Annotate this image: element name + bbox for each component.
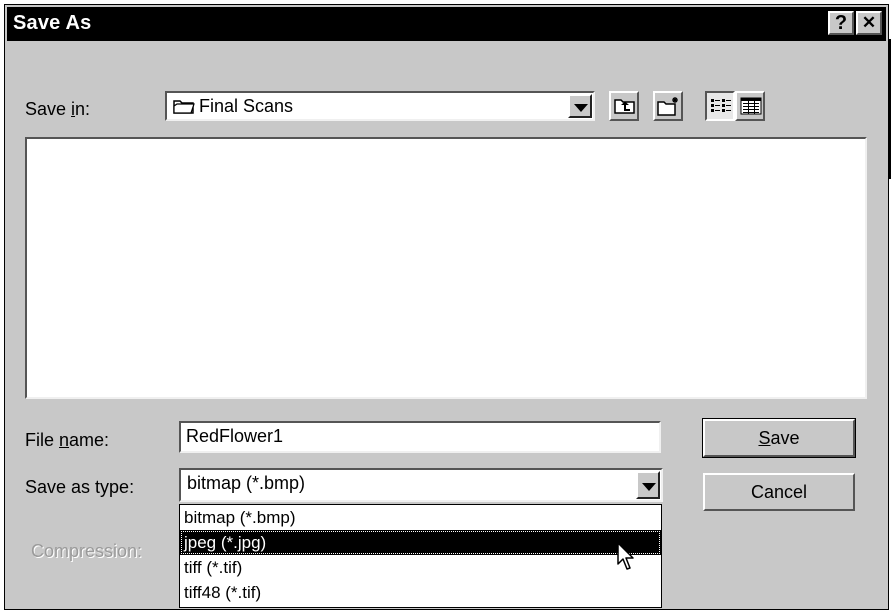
save-in-dropdown-button[interactable] [568, 94, 592, 118]
dropdown-option-jpeg[interactable]: jpeg (*.jpg) [180, 530, 661, 555]
window-edge [889, 39, 891, 179]
compression-label: Compression: [31, 541, 143, 561]
save-in-combo[interactable]: Final Scans [165, 91, 595, 121]
file-list[interactable] [25, 137, 867, 399]
dropdown-option-bitmap[interactable]: bitmap (*.bmp) [180, 505, 661, 530]
save-as-type-value: bitmap (*.bmp) [187, 473, 306, 493]
save-as-type-label: Save as type: [25, 477, 135, 497]
save-as-dialog: Save As ? ✕ Save in: Final Scans File na… [4, 4, 891, 610]
new-folder-button[interactable] [653, 91, 683, 121]
up-one-level-icon [614, 97, 636, 120]
details-view-icon [740, 97, 762, 120]
details-view-button[interactable] [735, 91, 765, 121]
save-as-type-dropdown-list[interactable]: bitmap (*.bmp) jpeg (*.jpg) tiff (*.tif)… [179, 504, 662, 608]
save-as-type-combo[interactable]: bitmap (*.bmp) [179, 468, 663, 502]
close-button[interactable]: ✕ [856, 11, 882, 35]
up-one-level-button[interactable] [609, 91, 639, 121]
list-view-button[interactable] [705, 91, 735, 121]
close-icon: ✕ [861, 13, 877, 32]
dialog-title: Save As [13, 12, 92, 34]
cancel-button[interactable]: Cancel [703, 473, 855, 511]
save-as-type-dropdown-button[interactable] [636, 471, 660, 499]
dropdown-option-tiff[interactable]: tiff (*.tif) [180, 555, 661, 580]
folder-icon [173, 98, 195, 119]
new-folder-icon [657, 95, 681, 122]
dropdown-option-tiff48[interactable]: tiff48 (*.tif) [180, 580, 661, 605]
title-bar[interactable]: Save As ? ✕ [7, 7, 886, 41]
file-name-label: File name: [25, 430, 110, 450]
chevron-down-icon [642, 483, 656, 491]
mouse-pointer-icon [616, 542, 638, 572]
help-button[interactable]: ? [828, 11, 854, 35]
file-name-input[interactable]: RedFlower1 [179, 421, 661, 453]
list-view-icon [710, 97, 732, 120]
save-in-label: Save in: [25, 99, 91, 119]
chevron-down-icon [574, 104, 588, 112]
save-button[interactable]: Save [702, 418, 856, 458]
save-in-value: Final Scans [199, 96, 294, 116]
help-icon: ? [834, 12, 848, 34]
